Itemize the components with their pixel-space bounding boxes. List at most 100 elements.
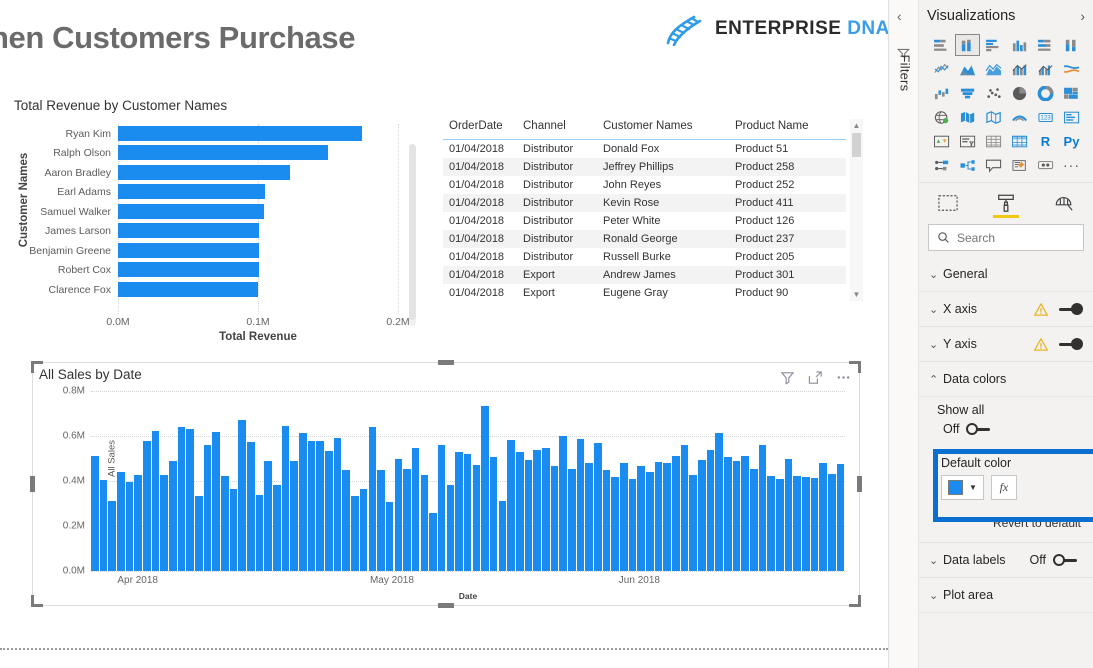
color-swatch-button[interactable]: ▼ (941, 475, 984, 500)
sales-bar[interactable] (602, 469, 611, 571)
sales-bar[interactable] (559, 436, 567, 571)
clustered-bar-chart-icon[interactable] (981, 34, 1006, 56)
sales-bar[interactable] (498, 500, 507, 571)
show-all-toggle-row[interactable]: Off (919, 419, 1093, 444)
stacked-bar-chart-icon[interactable] (929, 34, 954, 56)
sales-bar[interactable] (143, 440, 151, 571)
sales-bar[interactable] (437, 445, 446, 571)
sales-bar[interactable] (299, 432, 307, 571)
bar-fill[interactable] (118, 125, 362, 141)
bar-chart-row[interactable]: Ralph Olson (14, 144, 424, 164)
sales-bar[interactable] (368, 427, 377, 571)
sales-bar[interactable] (802, 476, 810, 571)
sales-bar[interactable] (758, 445, 767, 571)
table-column-header[interactable]: Channel (517, 115, 597, 140)
collapse-panel-icon[interactable]: ‹ (897, 8, 902, 24)
sales-bar[interactable] (203, 445, 212, 571)
bar-chart-row[interactable]: James Larson (14, 222, 424, 242)
sales-bar[interactable] (576, 438, 585, 571)
visual-header-icons[interactable] (780, 370, 851, 385)
sales-bar[interactable] (593, 443, 602, 571)
selection-handle-top[interactable] (438, 360, 454, 365)
sales-bar[interactable] (819, 463, 828, 571)
sales-bar[interactable] (507, 440, 515, 571)
sales-bar[interactable] (698, 460, 706, 571)
bar-chart-row[interactable]: Earl Adams (14, 183, 424, 203)
sales-bar[interactable] (403, 469, 411, 571)
selection-handle-bottom-right[interactable] (849, 595, 861, 607)
stacked-area-chart-icon[interactable] (981, 58, 1006, 80)
sales-bar[interactable] (611, 476, 619, 571)
warning-icon[interactable] (1034, 302, 1048, 316)
arcgis-map-icon[interactable] (1007, 106, 1032, 128)
total-revenue-bar-chart[interactable]: Total Revenue by Customer Names Customer… (14, 98, 424, 343)
sales-bar[interactable] (619, 463, 628, 571)
treemap-icon[interactable] (1059, 82, 1084, 104)
ribbon-chart-icon[interactable] (1059, 58, 1084, 80)
bar-chart-row[interactable]: Robert Cox (14, 261, 424, 281)
100-stacked-bar-chart-icon[interactable] (1033, 34, 1058, 56)
r-script-visual-icon[interactable]: R (1033, 130, 1058, 152)
search-input[interactable] (957, 230, 1075, 245)
chevron-icon[interactable]: ⌄ (929, 338, 943, 351)
sales-bar[interactable] (91, 456, 99, 571)
table-row[interactable]: 01/04/2018 Distributor Jeffrey Phillips Pro… (443, 158, 846, 176)
chevron-icon[interactable]: ⌄ (929, 303, 943, 316)
sales-bar[interactable] (776, 478, 784, 571)
format-section-y-axis[interactable]: ⌄ Y axis (919, 327, 1093, 362)
sales-bar[interactable] (316, 440, 325, 571)
bar-fill[interactable] (118, 184, 265, 199)
expand-panel-icon[interactable]: › (1080, 8, 1085, 24)
section-toggle[interactable] (1053, 303, 1083, 315)
line-clustered-column-chart-icon[interactable] (1033, 58, 1058, 80)
filters-rail[interactable]: ‹ Filters (889, 0, 919, 668)
sales-bar[interactable] (99, 479, 108, 571)
sales-bar[interactable] (489, 457, 498, 571)
selection-handle-left[interactable] (30, 476, 35, 492)
line-chart-icon[interactable] (929, 58, 954, 80)
paginated-report-icon[interactable] (1033, 154, 1058, 176)
chevron-down-icon[interactable]: ▼ (969, 483, 977, 492)
sales-bar[interactable] (689, 475, 697, 571)
sales-bar[interactable] (550, 465, 559, 571)
format-section-plot-area[interactable]: ⌄ Plot area (919, 578, 1093, 613)
orders-table-visual[interactable]: OrderDate Channel Customer Names Product Na… (443, 115, 863, 305)
table-row[interactable]: 01/04/2018 Distributor Russell Burke Produc… (443, 248, 846, 266)
table-row[interactable]: 01/04/2018 Distributor Peter White Product … (443, 212, 846, 230)
scatter-chart-icon[interactable] (981, 82, 1006, 104)
kpi-icon[interactable] (929, 130, 954, 152)
sales-bar[interactable] (567, 468, 576, 571)
sales-bar[interactable] (750, 469, 758, 571)
donut-chart-icon[interactable] (1033, 82, 1058, 104)
format-section-general[interactable]: ⌄ General (919, 257, 1093, 292)
bar-fill[interactable] (118, 281, 258, 297)
show-all-toggle[interactable] (966, 423, 996, 435)
sales-bar[interactable] (646, 472, 654, 571)
bar-chart-row[interactable]: Ryan Kim (14, 124, 424, 144)
bar-fill[interactable] (118, 242, 260, 258)
format-sections[interactable]: ⌄ General ⌄ X axis ⌄ Y axis ⌃ Data colors Show a… (919, 257, 1093, 613)
more-visuals-icon[interactable]: ··· (1059, 154, 1084, 176)
slicer-icon[interactable] (955, 130, 980, 152)
area-chart-icon[interactable] (955, 58, 980, 80)
sales-bar[interactable] (385, 501, 394, 571)
bar-chart-row[interactable]: Aaron Bradley (14, 163, 424, 183)
sales-bar[interactable] (229, 488, 238, 571)
clustered-column-chart-icon[interactable] (1007, 34, 1032, 56)
sales-bar[interactable] (481, 406, 489, 571)
default-color-controls[interactable]: ▼ fx (919, 475, 1093, 510)
sales-bar[interactable] (333, 437, 342, 571)
scrollbar-thumb[interactable] (409, 144, 416, 320)
sales-bar[interactable] (273, 484, 281, 571)
bar-fill[interactable] (118, 223, 260, 238)
sales-bar[interactable] (455, 451, 463, 571)
sales-bar[interactable] (359, 489, 368, 571)
bar-fill[interactable] (118, 164, 291, 180)
sales-bar[interactable] (446, 485, 455, 571)
sales-bar[interactable] (377, 469, 385, 571)
fields-tab[interactable] (933, 189, 963, 217)
orders-table[interactable]: OrderDate Channel Customer Names Product Na… (443, 115, 846, 302)
format-tab[interactable] (991, 189, 1021, 218)
focus-mode-icon[interactable] (808, 370, 823, 385)
section-toggle[interactable] (1053, 554, 1083, 566)
